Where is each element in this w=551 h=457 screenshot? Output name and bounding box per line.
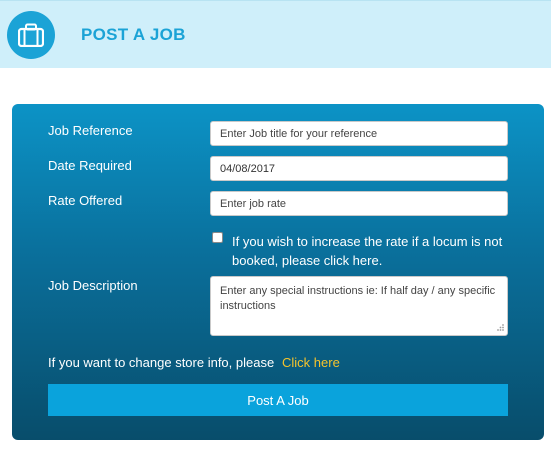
increase-rate-label[interactable]: If you wish to increase the rate if a lo… [232,232,514,270]
briefcase-icon [7,11,55,59]
increase-rate-checkbox[interactable] [212,232,223,243]
store-info-text: If you want to change store info, please [48,355,275,370]
job-description-label: Job Description [48,278,138,293]
change-store-link[interactable]: Click here [282,355,340,370]
date-required-input[interactable] [210,156,508,181]
page-header: POST A JOB [0,0,551,68]
resize-grip-icon[interactable] [496,323,505,332]
job-reference-label: Job Reference [48,123,133,138]
job-reference-input[interactable] [210,121,508,146]
post-job-form: Job Reference Date Required Rate Offered… [12,104,544,440]
job-description-textarea[interactable] [210,276,508,336]
page-title: POST A JOB [81,25,186,44]
rate-offered-label: Rate Offered [48,193,123,208]
post-job-button[interactable]: Post A Job [48,384,508,416]
rate-offered-input[interactable] [210,191,508,216]
date-required-label: Date Required [48,158,132,173]
